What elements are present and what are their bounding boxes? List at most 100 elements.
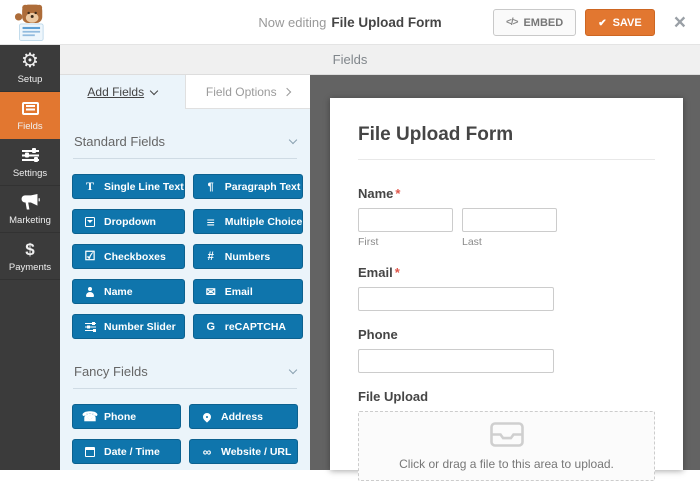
phone-input[interactable] [358, 349, 554, 373]
sidebar-item-label: Payments [9, 262, 51, 273]
form-name: File Upload Form [331, 15, 441, 30]
field-button-address[interactable]: Address [189, 404, 298, 429]
field-button-label: Number Slider [104, 321, 176, 333]
caret-square-down-icon [84, 216, 96, 228]
form-preview-panel: File Upload Form Name* First Last Email* [330, 98, 683, 470]
preview-field-name[interactable]: Name* First Last [358, 186, 655, 248]
phone-icon [84, 411, 96, 423]
name-last-column: Last [462, 208, 557, 248]
field-button-label: Paragraph Text [225, 181, 301, 193]
field-button-name[interactable]: Name [72, 279, 185, 304]
chevron-down-icon [289, 136, 297, 144]
preview-field-phone[interactable]: Phone [358, 327, 655, 373]
field-button-label: Address [221, 411, 263, 423]
map-marker-icon [201, 411, 213, 423]
field-button-checkboxes[interactable]: Checkboxes [72, 244, 185, 269]
user-icon [84, 286, 96, 298]
field-label: Email* [358, 265, 655, 280]
recaptcha-g-icon [205, 321, 217, 333]
field-button-email[interactable]: Email [193, 279, 304, 304]
first-sublabel: First [358, 236, 453, 248]
preview-field-email[interactable]: Email* [358, 265, 655, 311]
field-label-text: File Upload [358, 389, 428, 404]
dropzone-text: Click or drag a file to this area to upl… [399, 457, 614, 471]
field-button-label: Date / Time [104, 446, 160, 458]
tab-field-options-label: Field Options [206, 85, 277, 99]
field-button-date-time[interactable]: Date / Time [72, 439, 181, 464]
standard-fields-grid: Single Line Text Paragraph Text Dropdown… [60, 174, 310, 339]
save-button-label: SAVE [613, 17, 642, 29]
chevron-down-icon [150, 86, 158, 94]
preview-field-file-upload[interactable]: File Upload Click or drag a file to this… [358, 389, 655, 481]
required-asterisk: * [395, 186, 400, 201]
field-button-label: Name [104, 286, 133, 298]
field-button-number-slider[interactable]: Number Slider [72, 314, 185, 339]
check-square-icon [84, 251, 96, 263]
sidebar-item-label: Setup [18, 74, 43, 85]
close-icon[interactable]: × [670, 12, 690, 33]
field-button-website-url[interactable]: Website / URL [189, 439, 298, 464]
field-button-label: Dropdown [104, 216, 156, 228]
sidebar-item-payments[interactable]: Payments [0, 233, 60, 280]
fancy-fields-grid: Phone Address Date / Time Website / URL [60, 404, 310, 464]
field-button-label: Multiple Choice [225, 216, 303, 228]
field-button-phone[interactable]: Phone [72, 404, 181, 429]
field-button-label: reCAPTCHA [225, 321, 286, 333]
field-button-multiple-choice[interactable]: Multiple Choice [193, 209, 304, 234]
tab-add-fields[interactable]: Add Fields [60, 75, 185, 109]
field-label: Phone [358, 327, 655, 342]
section-title: Fancy Fields [74, 364, 148, 379]
field-button-label: Checkboxes [104, 251, 166, 263]
field-button-recaptcha[interactable]: reCAPTCHA [193, 314, 304, 339]
name-inputs-row: First Last [358, 208, 655, 248]
dollar-icon [25, 240, 34, 259]
sidebar-item-fields[interactable]: Fields [0, 92, 60, 139]
last-name-input[interactable] [462, 208, 557, 232]
sidebar-item-label: Settings [13, 168, 47, 179]
tab-add-fields-label: Add Fields [87, 85, 144, 99]
upload-tray-icon [490, 422, 524, 452]
fields-toolbar: Fields [0, 45, 700, 75]
sidebar-item-label: Fields [17, 121, 42, 132]
divider [73, 158, 297, 159]
sidebar-item-label: Marketing [9, 215, 51, 226]
section-standard-fields[interactable]: Standard Fields [60, 134, 310, 149]
embed-button[interactable]: </> EMBED [493, 9, 576, 36]
hash-icon [205, 251, 217, 263]
add-fields-panel: Add Fields Field Options Standard Fields… [60, 75, 310, 470]
megaphone-icon [21, 193, 40, 212]
field-button-single-line-text[interactable]: Single Line Text [72, 174, 185, 199]
email-input[interactable] [358, 287, 554, 311]
file-dropzone[interactable]: Click or drag a file to this area to upl… [358, 411, 655, 481]
divider [358, 159, 655, 160]
text-height-icon [84, 181, 96, 193]
builder-sidebar: Setup Fields Settings Marketing Payments [0, 45, 60, 470]
section-fancy-fields[interactable]: Fancy Fields [60, 364, 310, 379]
embed-button-label: EMBED [523, 17, 563, 29]
sidebar-item-setup[interactable]: Setup [0, 45, 60, 92]
preview-form-title[interactable]: File Upload Form [358, 124, 655, 146]
field-button-paragraph-text[interactable]: Paragraph Text [193, 174, 304, 199]
tab-field-options[interactable]: Field Options [185, 75, 311, 109]
field-button-label: Email [225, 286, 253, 298]
calendar-icon [84, 446, 96, 458]
field-button-label: Single Line Text [104, 181, 184, 193]
sidebar-item-marketing[interactable]: Marketing [0, 186, 60, 233]
form-preview-area: File Upload Form Name* First Last Email* [310, 75, 700, 470]
sidebar-item-settings[interactable]: Settings [0, 139, 60, 186]
field-button-numbers[interactable]: Numbers [193, 244, 304, 269]
link-icon [201, 446, 213, 458]
list-icon [205, 216, 217, 228]
gear-icon [21, 52, 39, 71]
envelope-icon [205, 286, 217, 298]
save-button[interactable]: SAVE [585, 9, 655, 36]
first-name-input[interactable] [358, 208, 453, 232]
field-label: Name* [358, 186, 655, 201]
chevron-down-icon [289, 366, 297, 374]
field-button-dropdown[interactable]: Dropdown [72, 209, 185, 234]
field-label-text: Phone [358, 327, 398, 342]
code-icon: </> [506, 17, 517, 28]
toolbar-title: Fields [333, 52, 368, 67]
sliders-icon [22, 146, 39, 165]
field-button-label: Website / URL [221, 446, 291, 458]
